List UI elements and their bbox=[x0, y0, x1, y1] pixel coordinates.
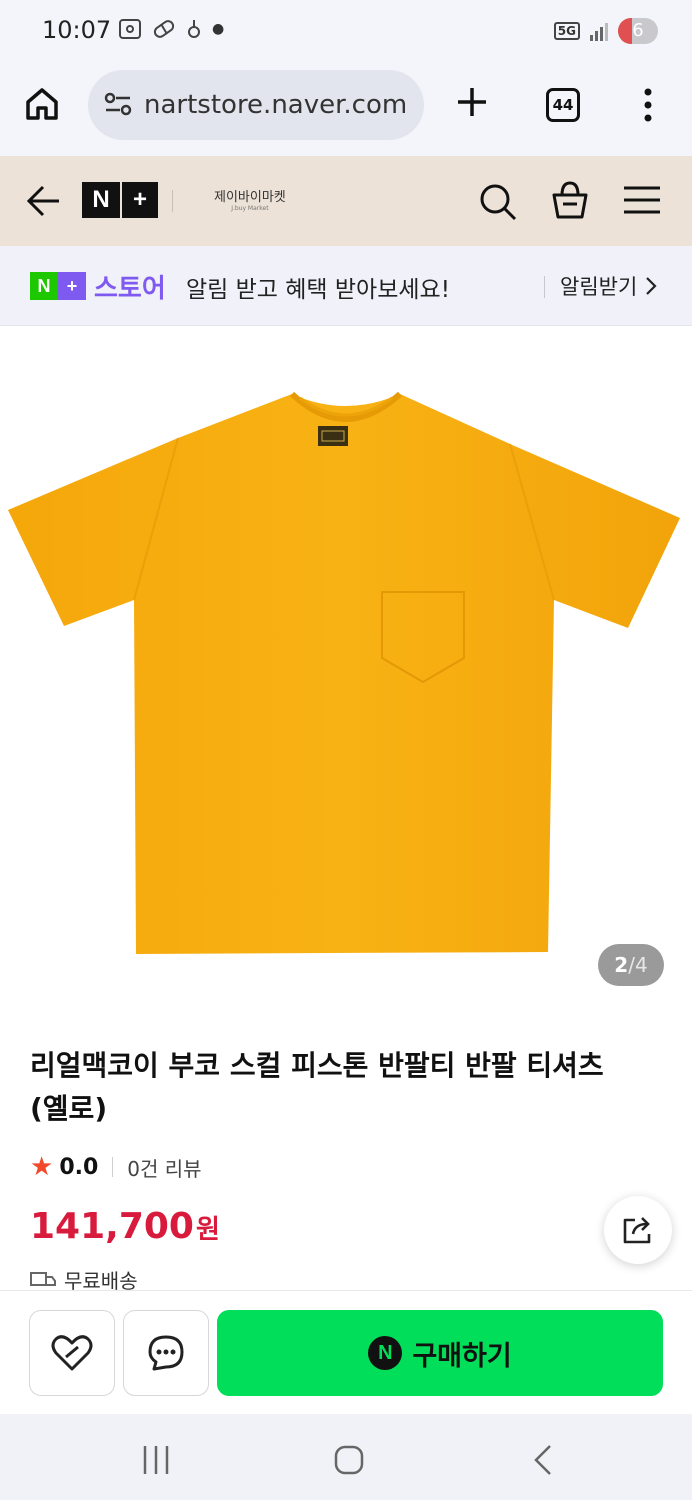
naver-pay-icon: N bbox=[368, 1336, 403, 1370]
subscribe-notifications-button[interactable]: 알림받기 bbox=[560, 271, 657, 301]
back-arrow-icon[interactable] bbox=[26, 184, 62, 218]
heart-icon bbox=[51, 1335, 93, 1371]
recent-apps-icon[interactable] bbox=[142, 1444, 170, 1476]
star-icon: ★ bbox=[30, 1152, 54, 1182]
product-price: 141,700원 bbox=[30, 1206, 220, 1247]
price-unit: 원 bbox=[195, 1215, 220, 1245]
buy-now-button[interactable]: N 구매하기 bbox=[217, 1310, 663, 1396]
address-bar[interactable]: nartstore.naver.com bbox=[88, 70, 424, 140]
home-button-icon[interactable] bbox=[334, 1444, 364, 1476]
share-icon bbox=[623, 1217, 651, 1244]
more-vertical-icon[interactable] bbox=[638, 86, 658, 124]
store-brand-subtitle: J.buy Market bbox=[231, 205, 269, 212]
purchase-action-bar: N 구매하기 bbox=[0, 1290, 692, 1414]
truck-icon bbox=[30, 1272, 56, 1286]
more-notifications-dot: ● bbox=[212, 21, 225, 37]
naver-plus-logo[interactable]: N + bbox=[82, 182, 158, 218]
promo-message: 알림 받고 혜택 받아보세요! bbox=[186, 277, 450, 303]
rating-score: 0.0 bbox=[59, 1154, 99, 1180]
shopping-bag-icon[interactable] bbox=[550, 180, 590, 220]
price-value: 141,700 bbox=[30, 1206, 194, 1247]
hamburger-menu-icon[interactable] bbox=[622, 184, 662, 216]
system-navigation-bar bbox=[0, 1414, 692, 1500]
status-bar: 10:07 ● 5G 6 bbox=[0, 0, 692, 64]
naver-plus-badge: N + bbox=[30, 272, 86, 300]
store-brand[interactable]: 제이바이마켓 J.buy Market bbox=[214, 186, 286, 212]
status-system-icons: 5G 6 bbox=[553, 18, 658, 44]
share-button[interactable] bbox=[604, 1196, 672, 1264]
store-brand-name: 제이바이마켓 bbox=[214, 190, 286, 205]
new-tab-icon[interactable] bbox=[452, 82, 492, 122]
image-page-counter: 2/4 bbox=[598, 944, 664, 986]
header-divider bbox=[172, 190, 173, 212]
network-5g-icon: 5G bbox=[553, 22, 580, 40]
wishlist-button[interactable] bbox=[29, 1310, 115, 1396]
rating-divider bbox=[112, 1157, 114, 1177]
tab-switcher-button[interactable]: 44 bbox=[546, 88, 580, 122]
talk-talk-chat-button[interactable] bbox=[123, 1310, 209, 1396]
buy-now-label: 구매하기 bbox=[412, 1340, 512, 1372]
store-header: N + 제이바이마켓 J.buy Market bbox=[0, 156, 692, 246]
screenshot-icon bbox=[119, 19, 141, 39]
search-icon[interactable] bbox=[478, 182, 518, 222]
browser-toolbar: nartstore.naver.com 44 bbox=[0, 64, 692, 156]
status-notification-icons: ● bbox=[118, 18, 224, 40]
notification-promo-banner: N + 스토어 알림 받고 혜택 받아보세요! 알림받기 bbox=[0, 246, 692, 326]
url-text: nartstore.naver.com bbox=[144, 90, 408, 120]
battery-icon: 6 bbox=[618, 18, 658, 44]
product-image-carousel[interactable] bbox=[0, 326, 692, 1016]
chat-bubble-icon bbox=[148, 1335, 184, 1371]
mic-icon bbox=[188, 20, 200, 38]
subscribe-label: 알림받기 bbox=[560, 275, 638, 299]
back-button-icon[interactable] bbox=[532, 1444, 554, 1476]
status-time: 10:07 bbox=[42, 16, 112, 44]
review-count: 0건 리뷰 bbox=[127, 1156, 202, 1181]
product-photo bbox=[8, 391, 680, 954]
site-settings-icon[interactable] bbox=[102, 90, 134, 120]
chevron-right-icon bbox=[646, 277, 657, 295]
signal-icon bbox=[590, 21, 608, 41]
shipping-info: 무료배송 bbox=[30, 1268, 138, 1290]
pill-icon bbox=[153, 20, 175, 38]
product-rating[interactable]: ★ 0.0 0건 리뷰 bbox=[30, 1152, 202, 1182]
shipping-label: 무료배송 bbox=[64, 1268, 138, 1291]
promo-divider bbox=[544, 276, 545, 298]
home-icon[interactable] bbox=[24, 86, 60, 122]
product-title: 리얼맥코이 부코 스컬 피스톤 반팔티 반팔 티셔츠 (옐로) bbox=[30, 1049, 604, 1125]
promo-store-label: 스토어 bbox=[94, 274, 166, 304]
